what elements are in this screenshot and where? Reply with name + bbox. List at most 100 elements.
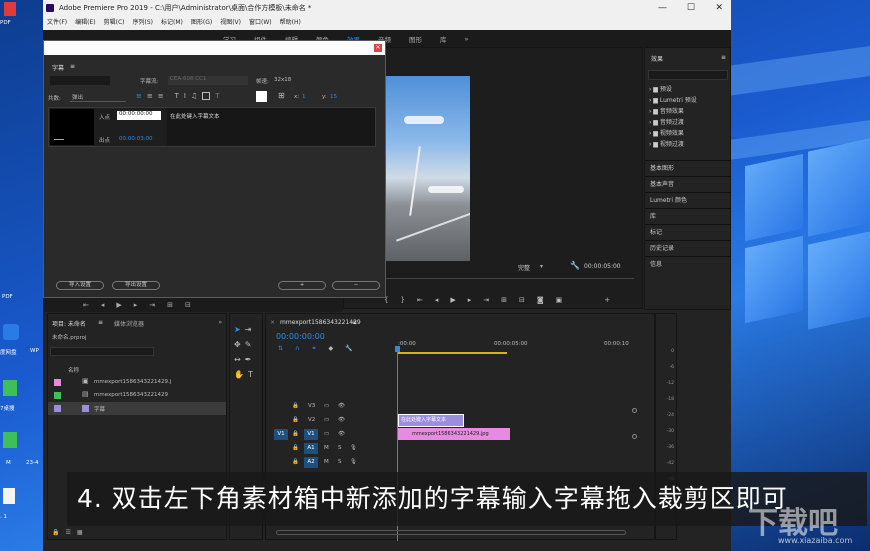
project-item[interactable]: 字幕 bbox=[48, 402, 226, 415]
eye-icon[interactable]: 👁 bbox=[338, 431, 345, 437]
menu-window[interactable]: 窗口(W) bbox=[249, 16, 272, 30]
more-tabs-icon[interactable]: » bbox=[218, 319, 222, 326]
caption-clip[interactable]: 在此处键入字幕文本 bbox=[398, 414, 464, 427]
scroll-handle[interactable] bbox=[632, 408, 637, 413]
play-icon[interactable]: ▶ bbox=[450, 296, 455, 304]
menu-file[interactable]: 文件(F) bbox=[47, 16, 67, 30]
caption-tab[interactable]: 字幕 bbox=[52, 63, 64, 72]
fit-select[interactable]: 完整 bbox=[518, 263, 530, 272]
italic-icon[interactable]: I bbox=[184, 92, 186, 100]
markers-panel[interactable]: 标记 bbox=[645, 224, 731, 240]
insert-icon[interactable]: ⊞ bbox=[167, 301, 173, 309]
eye-icon[interactable]: 👁 bbox=[338, 417, 345, 423]
go-to-out-icon[interactable]: ⇥ bbox=[483, 296, 489, 304]
lock-icon[interactable]: 🔒 bbox=[292, 403, 299, 409]
menu-graphics[interactable]: 图形(G) bbox=[191, 16, 212, 30]
mute-icon[interactable]: M bbox=[324, 445, 329, 451]
effects-folder[interactable]: › ▆ 音频过渡 bbox=[649, 117, 697, 128]
lock-icon[interactable]: 🔒 bbox=[292, 431, 299, 437]
selection-tool-icon[interactable]: ➤ bbox=[234, 325, 241, 334]
slip-tool-icon[interactable]: ↔ bbox=[234, 355, 241, 364]
maximize-icon[interactable]: ☐ bbox=[687, 0, 695, 16]
comparison-icon[interactable]: ▣ bbox=[556, 296, 563, 304]
mark-out-icon[interactable]: } bbox=[400, 296, 404, 304]
font-select[interactable]: 弹出 bbox=[70, 93, 126, 102]
minimize-icon[interactable]: — bbox=[658, 0, 667, 16]
stream-select[interactable]: CEA-608 CC1 bbox=[168, 76, 248, 85]
media-browser-tab[interactable]: 媒体浏览器 bbox=[114, 319, 144, 328]
solo-icon[interactable]: S bbox=[338, 459, 342, 465]
background-color-icon[interactable] bbox=[202, 92, 211, 100]
step-forward-icon[interactable]: ▸ bbox=[134, 301, 138, 309]
more-workspaces-icon[interactable]: » bbox=[465, 35, 469, 43]
panel-menu-icon[interactable]: ≡ bbox=[352, 319, 357, 326]
effects-folder[interactable]: › ▆ 音频效果 bbox=[649, 106, 697, 117]
sync-icon[interactable]: ▭ bbox=[324, 431, 329, 437]
lock-icon[interactable]: 🔒 bbox=[52, 529, 59, 536]
mic-icon[interactable]: 🎙 bbox=[350, 445, 357, 451]
wrench-icon[interactable]: 🔧 bbox=[570, 261, 580, 270]
effects-tab[interactable]: 效果 bbox=[651, 54, 663, 63]
x-value[interactable]: 1 bbox=[302, 94, 306, 100]
solo-icon[interactable]: S bbox=[338, 445, 342, 451]
lock-icon[interactable]: 🔒 bbox=[292, 459, 299, 465]
snap-icon[interactable]: ∩ bbox=[295, 345, 299, 352]
effects-folder[interactable]: › ▆ 预设 bbox=[649, 84, 697, 95]
pen-tool-icon[interactable]: ✒ bbox=[245, 355, 252, 364]
history-panel[interactable]: 历史记录 bbox=[645, 240, 731, 256]
play-icon[interactable]: ▶ bbox=[116, 301, 121, 309]
menu-marker[interactable]: 标记(M) bbox=[161, 16, 183, 30]
info-panel[interactable]: 信息 bbox=[645, 256, 731, 272]
align-right-icon[interactable]: ≡ bbox=[158, 92, 164, 100]
menu-help[interactable]: 帮助(H) bbox=[280, 16, 301, 30]
track-name[interactable]: A2 bbox=[304, 457, 318, 468]
project-tab[interactable]: 项目: 未命名 bbox=[52, 319, 86, 328]
menu-edit[interactable]: 编辑(E) bbox=[75, 16, 95, 30]
effects-folder[interactable]: › ▆ Lumetri 预设 bbox=[649, 95, 697, 106]
fit-dropdown-icon[interactable]: ▾ bbox=[540, 263, 543, 270]
extract-icon[interactable]: ⊟ bbox=[519, 296, 525, 304]
mute-icon[interactable]: M bbox=[324, 459, 329, 465]
type-tool-icon[interactable]: T bbox=[248, 370, 253, 379]
panel-menu-icon[interactable]: ≡ bbox=[70, 63, 75, 70]
close-icon[interactable]: ✕ bbox=[715, 0, 723, 16]
add-marker-icon[interactable]: ◆ bbox=[328, 345, 333, 352]
lock-icon[interactable]: 🔒 bbox=[292, 445, 299, 451]
timeline-timecode[interactable]: 00:00:00:00 bbox=[276, 332, 325, 341]
step-back-icon[interactable]: ◂ bbox=[435, 296, 439, 304]
out-point-value[interactable]: 00:00:03:00 bbox=[119, 136, 153, 142]
effects-folder[interactable]: › ▆ 视频效果 bbox=[649, 128, 697, 139]
hand-tool-icon[interactable]: ✋ bbox=[234, 370, 244, 379]
video-clip[interactable]: mmexport1586343221429.jpg bbox=[398, 428, 510, 440]
export-frame-icon[interactable]: ◙ bbox=[537, 296, 544, 304]
sync-icon[interactable]: ▭ bbox=[324, 403, 329, 409]
close-sequence-icon[interactable]: × bbox=[270, 319, 275, 326]
razor-tool-icon[interactable]: ✎ bbox=[245, 340, 252, 349]
mic-icon[interactable]: 🎙 bbox=[350, 459, 357, 465]
caption-search-input[interactable] bbox=[50, 76, 110, 85]
remove-caption-button[interactable]: − bbox=[332, 281, 380, 290]
project-item[interactable]: ▤ mmexport1586343221429 bbox=[48, 389, 226, 402]
playhead-handle[interactable] bbox=[395, 346, 400, 352]
file-icon[interactable] bbox=[3, 488, 15, 504]
sequence-tab[interactable]: mmexport1586343221429 bbox=[280, 319, 361, 326]
name-column-header[interactable]: 名称 bbox=[68, 366, 79, 374]
icon-view-icon[interactable]: ▦ bbox=[77, 529, 83, 536]
text-style-icon[interactable]: T bbox=[175, 92, 179, 100]
timeline-horizontal-scrollbar[interactable] bbox=[276, 530, 626, 535]
baidu-netdisk-icon[interactable] bbox=[3, 324, 19, 340]
essential-graphics-panel[interactable]: 基本图形 bbox=[645, 160, 731, 176]
text-color-icon[interactable]: T bbox=[215, 92, 219, 100]
list-view-icon[interactable]: ☰ bbox=[65, 529, 70, 536]
project-item[interactable]: ▣ mmexport1586343221429.j bbox=[48, 376, 226, 389]
color-swatch[interactable] bbox=[256, 91, 267, 102]
essential-sound-panel[interactable]: 基本声音 bbox=[645, 176, 731, 192]
timeline-settings-icon[interactable]: 🔧 bbox=[345, 345, 352, 352]
y-value[interactable]: 15 bbox=[330, 94, 337, 100]
lift-icon[interactable]: ⊞ bbox=[501, 296, 507, 304]
step-back-icon[interactable]: ◂ bbox=[101, 301, 105, 309]
align-center-icon[interactable]: ≡ bbox=[147, 92, 153, 100]
panel-menu-icon[interactable]: ≡ bbox=[98, 319, 103, 326]
app-icon[interactable] bbox=[3, 380, 17, 396]
project-search-input[interactable] bbox=[50, 347, 154, 356]
